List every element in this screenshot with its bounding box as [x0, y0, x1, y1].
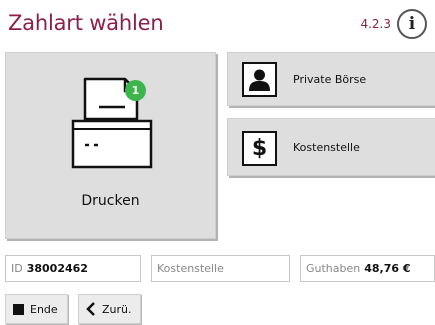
id-field-label: ID	[11, 262, 23, 275]
back-button-label: Zurü.	[102, 302, 132, 316]
id-field: ID 38002462	[5, 255, 141, 282]
back-button[interactable]: Zurü.	[78, 294, 141, 324]
private-wallet-label: Private Börse	[293, 73, 367, 86]
credit-field: Guthaben 48,76 €	[300, 255, 435, 282]
print-tile-button[interactable]: 1 Drucken	[5, 52, 216, 239]
private-wallet-button[interactable]: Private Börse	[227, 52, 435, 106]
cost-center-placeholder: Kostenstelle	[157, 262, 224, 275]
credit-field-label: Guthaben	[306, 262, 361, 275]
person-icon	[242, 62, 277, 97]
print-count-badge: 1	[125, 80, 146, 101]
info-button[interactable]: i	[397, 9, 427, 39]
page-title: Zahlart wählen	[8, 11, 164, 35]
chevron-left-icon	[86, 302, 96, 316]
stop-square-icon	[13, 303, 24, 315]
print-tile-label: Drucken	[81, 193, 140, 209]
end-button-label: Ende	[30, 302, 58, 316]
end-button[interactable]: Ende	[5, 294, 68, 324]
info-icon: i	[408, 14, 416, 34]
version-label: 4.2.3	[360, 17, 391, 31]
cost-center-label: Kostenstelle	[293, 141, 360, 154]
cost-center-button[interactable]: $ Kostenstelle	[227, 118, 435, 176]
credit-field-value: 48,76 €	[364, 262, 411, 275]
cost-center-field[interactable]: Kostenstelle	[151, 255, 290, 282]
id-field-value: 38002462	[26, 262, 88, 275]
dollar-icon: $	[242, 131, 277, 166]
